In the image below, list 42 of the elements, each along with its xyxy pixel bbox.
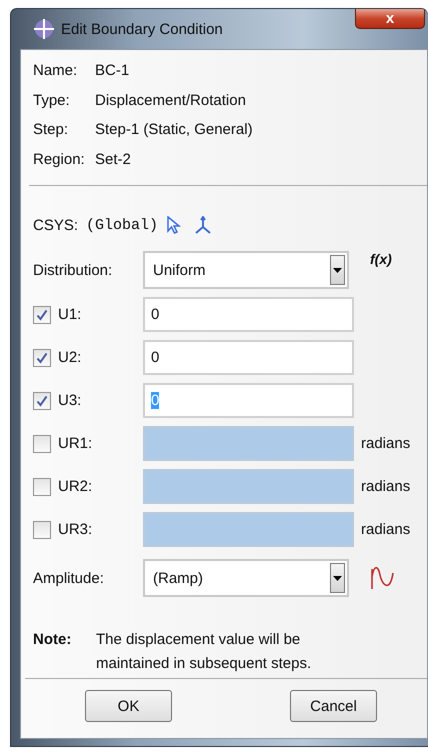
checkbox[interactable] [33,348,51,366]
checkbox[interactable] [33,392,51,410]
field-label: Step: [33,121,70,138]
field-label: U2: [58,349,82,366]
close-button[interactable]: x [355,9,425,29]
note-label: Note: [33,630,72,650]
field-value: BC-1 [95,62,130,80]
unit-label: radians [361,521,410,538]
field-value: (Global) [86,216,158,234]
window-title: Edit Boundary Condition [61,20,223,38]
field-label: UR2: [58,478,94,495]
cancel-button[interactable]: Cancel [290,690,377,722]
field-value: Set-2 [95,150,131,168]
axes-icon[interactable] [193,216,214,234]
distribution-dropdown[interactable]: Uniform [143,251,349,289]
wave-icon[interactable] [370,567,396,589]
field-label: Distribution: [33,262,114,278]
field-label: U1: [58,306,82,323]
field-value: 0 [151,306,160,323]
value-field[interactable]: 0 [143,340,354,375]
unit-label: radians [361,435,410,452]
field-label: Type: [33,92,71,109]
field-label: Amplitude: [33,570,105,586]
field-value: 0 [151,392,160,409]
field-value: Displacement/Rotation [95,92,246,109]
ok-button[interactable]: OK [85,690,172,722]
function-button[interactable]: f(x) [370,251,392,267]
checkbox[interactable] [33,306,51,324]
field-label: Region: [33,150,86,168]
field-label: Name: [33,62,78,80]
amplitude-dropdown[interactable]: (Ramp) [143,559,349,597]
app-icon [33,18,55,40]
unit-label: radians [361,478,410,495]
value-field[interactable]: 0 [143,297,354,332]
field-value: Step-1 (Static, General) [95,121,253,138]
field-value: 0 [151,349,160,366]
note-text: The displacement value will be maintained in subsequent steps. [96,630,312,674]
field-label: UR1: [58,435,94,452]
field-label: UR3: [58,521,94,538]
select-arrow-icon[interactable] [166,216,182,234]
field-label: U3: [58,392,82,409]
field-label: CSYS: [33,216,78,234]
